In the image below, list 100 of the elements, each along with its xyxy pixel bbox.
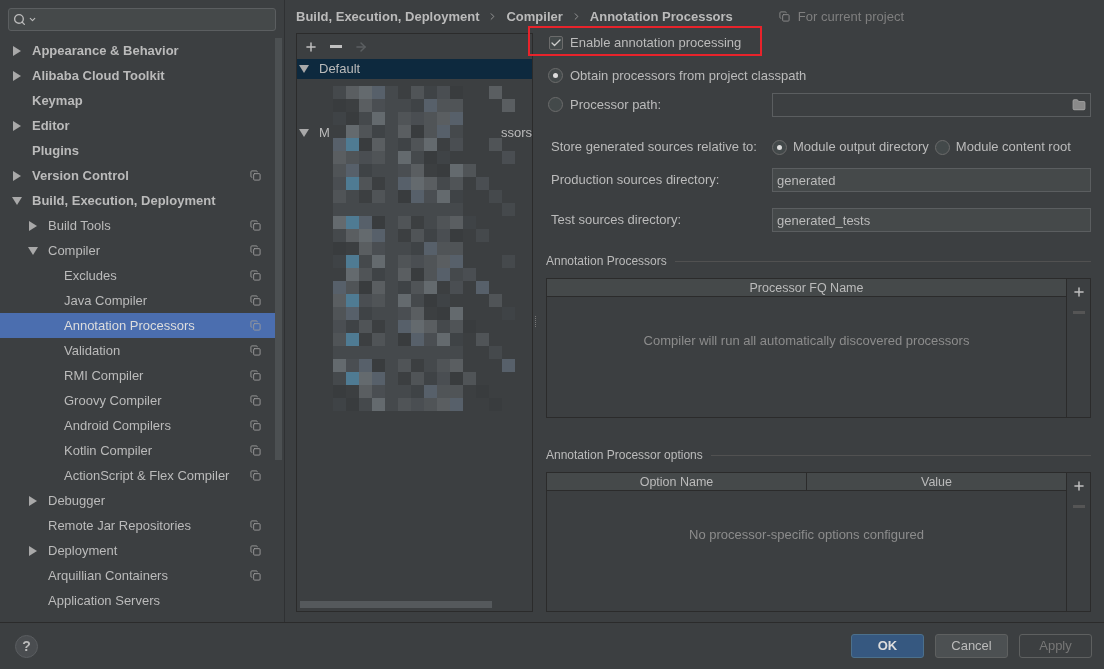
sidebar-item[interactable]: Application Servers — [0, 588, 275, 613]
sidebar-item-label: Validation — [64, 341, 122, 360]
sidebar-item-label: Compiler — [48, 241, 101, 260]
project-scope-icon — [778, 11, 790, 22]
sidebar-item[interactable]: Kotlin Compiler — [0, 438, 275, 463]
sidebar-item-label: RMI Compiler — [64, 366, 145, 385]
sidebar-item-label: Application Servers — [48, 591, 161, 610]
section-title: Annotation Processors — [546, 253, 667, 270]
directory-field[interactable]: generated_tests — [772, 208, 1091, 232]
scope-note: For current project — [797, 7, 905, 26]
sidebar-item-label: Annotation Processors — [64, 316, 196, 335]
sidebar-item[interactable]: Plugins — [0, 138, 275, 163]
triangle-right-icon[interactable] — [12, 70, 22, 81]
sidebar-item[interactable]: Build, Execution, Deployment — [0, 188, 275, 213]
triangle-right-icon[interactable] — [12, 120, 22, 131]
add-button[interactable] — [1071, 285, 1086, 299]
sidebar-item[interactable]: RMI Compiler — [0, 363, 275, 388]
sidebar-item-label: Remote Jar Repositories — [48, 516, 193, 535]
directory-field[interactable]: generated — [772, 168, 1091, 192]
triangle-right-icon[interactable] — [28, 545, 38, 556]
sidebar-item[interactable]: Debugger — [0, 488, 275, 513]
triangle-down-icon[interactable] — [12, 195, 22, 206]
sidebar-item-label: Plugins — [32, 141, 80, 160]
sidebar-item[interactable]: Groovy Compiler — [0, 388, 275, 413]
sidebar-item-label: Android Compilers — [64, 416, 172, 435]
radio-label: Processor path: — [570, 95, 662, 114]
sidebar-item[interactable]: Deployment — [0, 538, 275, 563]
sidebar-item-label: Deployment — [48, 541, 119, 560]
add-button[interactable] — [304, 39, 318, 54]
sidebar-item-label: Groovy Compiler — [64, 391, 163, 410]
sidebar-item[interactable]: Arquillian Containers — [0, 563, 275, 588]
sidebar-item-label: Keymap — [32, 91, 84, 110]
sidebar-item-label: Arquillian Containers — [48, 566, 169, 585]
sidebar-item[interactable]: Remote Jar Repositories — [0, 513, 275, 538]
sidebar-item[interactable]: Build Tools — [0, 213, 275, 238]
add-button[interactable] — [1071, 479, 1086, 493]
dialog-button[interactable]: OK — [851, 634, 924, 658]
scrollbar-thumb[interactable] — [300, 601, 492, 608]
triangle-down-icon[interactable] — [28, 245, 38, 256]
sidebar-item[interactable]: Annotation Processors — [0, 313, 275, 338]
splitter-grip-icon[interactable] — [534, 316, 537, 328]
sidebar-item-label: ActionScript & Flex Compiler — [64, 466, 231, 485]
radio-label: Module output directory — [793, 138, 929, 157]
column-header[interactable]: Value — [806, 473, 1066, 490]
section-title: Annotation Processor options — [546, 447, 703, 464]
caret-icon — [28, 15, 37, 24]
profile-label: ssors — [500, 124, 532, 143]
sidebar-item[interactable]: Keymap — [0, 88, 275, 113]
dialog-button[interactable]: Cancel — [935, 634, 1008, 658]
radio-button[interactable] — [548, 68, 563, 83]
radio-label: Obtain processors from project classpath — [570, 66, 807, 85]
empty-table-message: Compiler will run all automatically discovered processors — [643, 332, 970, 350]
triangle-right-icon[interactable] — [28, 220, 38, 231]
sidebar-item[interactable]: Editor — [0, 113, 275, 138]
sidebar-item-label: Build Tools — [48, 216, 112, 235]
sidebar-item[interactable]: Excludes — [0, 263, 275, 288]
sidebar-item[interactable]: ActionScript & Flex Compiler — [0, 463, 275, 488]
triangle-right-icon[interactable] — [12, 45, 22, 56]
column-header[interactable]: Option Name — [547, 473, 806, 490]
triangle-down-icon[interactable] — [299, 64, 309, 74]
search-field[interactable] — [8, 8, 276, 31]
plus-icon — [304, 39, 318, 54]
processor-path-field[interactable] — [772, 92, 1091, 117]
checkbox[interactable] — [549, 36, 563, 50]
breadcrumb-item: Annotation Processors — [589, 7, 733, 26]
field-label: Test sources directory: — [551, 211, 683, 230]
plus-icon — [1071, 479, 1086, 493]
sidebar-item[interactable]: Java Compiler — [0, 288, 275, 313]
profile-label[interactable]: M — [319, 123, 330, 143]
profile-tree-item[interactable]: Default — [297, 59, 532, 79]
sidebar-item[interactable]: Android Compilers — [0, 413, 275, 438]
sidebar-item-label: Java Compiler — [64, 291, 149, 310]
triangle-right-icon[interactable] — [28, 495, 38, 506]
scrollbar-thumb[interactable] — [275, 38, 282, 460]
sidebar-item[interactable]: Version Control — [0, 163, 275, 188]
sidebar-item-label: Appearance & Behavior — [32, 41, 180, 60]
radio-button[interactable] — [772, 139, 787, 155]
field-label: Production sources directory: — [551, 171, 721, 190]
radio-button[interactable] — [548, 97, 563, 112]
sidebar-item-label: Version Control — [32, 166, 130, 185]
column-header[interactable]: Processor FQ Name — [547, 279, 1066, 296]
sidebar-item-label: Excludes — [64, 266, 118, 285]
empty-table-message: No processor-specific options configured — [689, 526, 924, 544]
triangle-down-icon[interactable] — [299, 128, 309, 138]
sidebar-item[interactable]: Validation — [0, 338, 275, 363]
sidebar-item-label: Alibaba Cloud Toolkit — [32, 66, 166, 85]
radio-button[interactable] — [934, 139, 950, 155]
breadcrumb-item: Compiler — [506, 7, 563, 26]
sidebar-item[interactable]: Alibaba Cloud Toolkit — [0, 63, 275, 88]
help-button[interactable]: ? — [15, 634, 38, 658]
folder-icon[interactable] — [1072, 97, 1086, 112]
checkbox-label: Enable annotation processing — [570, 34, 742, 53]
profile-label: Default — [319, 60, 361, 79]
sidebar-item[interactable]: Appearance & Behavior — [0, 38, 275, 63]
search-icon — [13, 13, 26, 26]
radio-label: Module content root — [955, 138, 1071, 157]
triangle-right-icon[interactable] — [12, 170, 22, 181]
sidebar-item[interactable]: Compiler — [0, 238, 275, 263]
field-label: Store generated sources relative to: — [551, 138, 758, 157]
sidebar-item-label: Debugger — [48, 491, 107, 510]
